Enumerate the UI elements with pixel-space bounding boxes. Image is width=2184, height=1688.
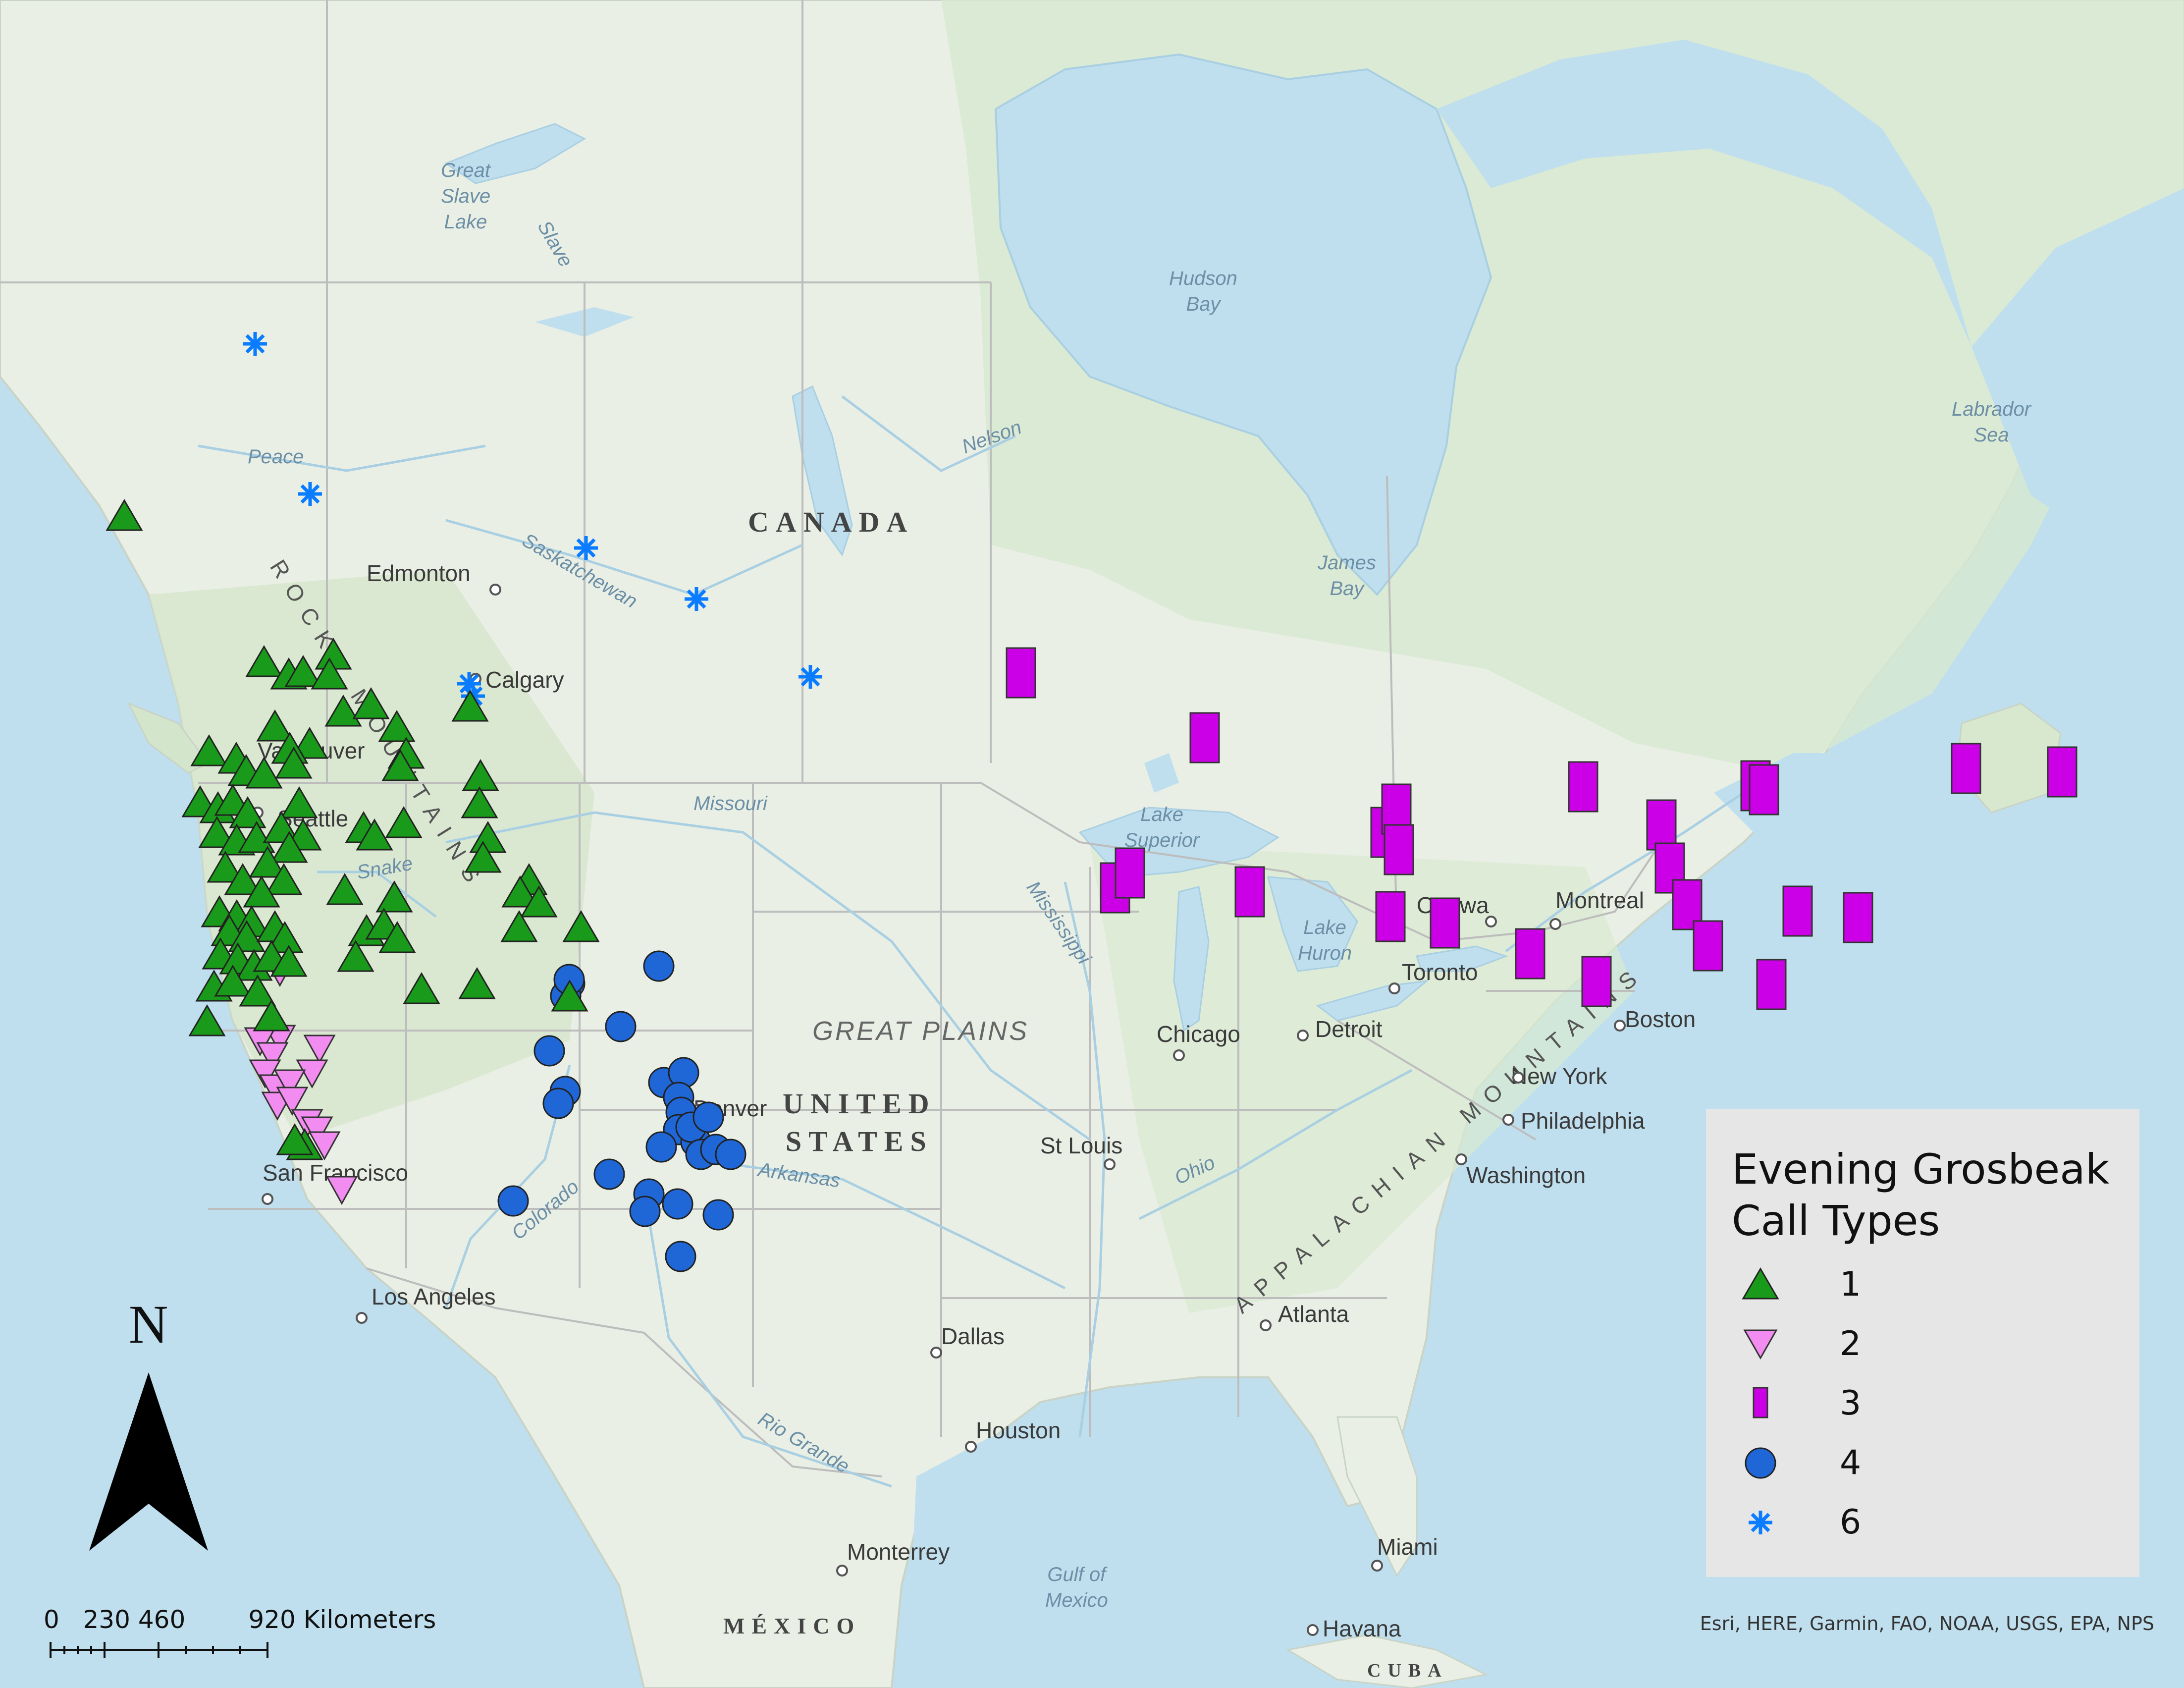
- point-type-4: [692, 1101, 724, 1133]
- point-type-6: [574, 536, 598, 560]
- point-type-4: [643, 950, 675, 982]
- point-type-1: [280, 786, 318, 818]
- legend-item-label: 2: [1840, 1324, 1862, 1363]
- triangle-up-icon: [1742, 1267, 1779, 1300]
- point-type-4: [645, 1131, 677, 1163]
- point-type-3: [1693, 920, 1723, 972]
- rectangle-icon: [1753, 1387, 1768, 1418]
- point-type-4: [542, 1088, 574, 1119]
- point-type-6: [243, 332, 267, 356]
- north-arrow-icon: [89, 1372, 208, 1551]
- legend-item-label: 4: [1840, 1443, 1862, 1482]
- point-type-3: [1581, 956, 1612, 1007]
- call-type-1-points: [106, 499, 600, 1160]
- point-type-3: [1782, 885, 1813, 937]
- point-type-1: [326, 873, 364, 905]
- point-type-4: [702, 1199, 734, 1231]
- point-type-3: [1951, 743, 1981, 794]
- point-type-1: [324, 695, 362, 727]
- point-type-4: [533, 1035, 565, 1067]
- point-type-4: [715, 1139, 746, 1170]
- point-type-1: [106, 499, 143, 531]
- legend-item-4: 4: [1741, 1438, 1939, 1488]
- asterisk-icon: [1749, 1511, 1772, 1534]
- point-type-2: [303, 1035, 336, 1064]
- legend-item-6: 6: [1741, 1498, 1939, 1547]
- point-type-4: [662, 1188, 693, 1220]
- point-type-4: [593, 1158, 625, 1190]
- point-type-3: [1568, 761, 1598, 813]
- scale-bar-label: 0 230 460 920 Kilometers: [44, 1605, 436, 1634]
- north-arrow-label: N: [129, 1294, 168, 1355]
- scale-bar: [50, 1642, 268, 1658]
- call-type-3-points: [1006, 647, 2077, 1010]
- point-type-3: [1646, 799, 1677, 851]
- point-type-1: [352, 687, 390, 719]
- point-type-1: [256, 709, 294, 742]
- point-type-3: [1006, 647, 1036, 699]
- point-type-4: [605, 1011, 637, 1042]
- point-type-1: [458, 967, 496, 999]
- point-type-6: [799, 665, 822, 689]
- point-type-1: [190, 734, 228, 766]
- point-type-1: [188, 1004, 226, 1036]
- circle-icon: [1745, 1447, 1776, 1479]
- legend-panel: Evening Grosbeak Call Types 1 2 3 4 6: [1706, 1109, 2139, 1577]
- point-type-1: [375, 880, 413, 913]
- point-type-1: [385, 806, 423, 838]
- point-type-3: [1756, 959, 1787, 1010]
- triangle-down-icon: [1743, 1329, 1778, 1360]
- point-type-1: [469, 821, 507, 853]
- legend-item-label: 6: [1840, 1503, 1862, 1542]
- point-type-6: [298, 482, 322, 506]
- point-type-3: [1375, 891, 1406, 942]
- point-type-3: [1234, 866, 1265, 918]
- point-type-3: [1843, 892, 1873, 943]
- legend-item-label: 1: [1840, 1265, 1862, 1304]
- legend-item-label: 3: [1840, 1384, 1862, 1423]
- point-type-1: [462, 759, 499, 791]
- call-type-4-points: [497, 950, 746, 1272]
- point-type-3: [1384, 824, 1414, 875]
- map-attribution: Esri, HERE, Garmin, FAO, NOAA, USGS, EPA…: [1700, 1613, 2154, 1634]
- point-type-3: [1515, 928, 1545, 980]
- point-type-1: [403, 972, 440, 1004]
- legend-item-1: 1: [1741, 1260, 1939, 1309]
- point-type-6: [685, 587, 708, 611]
- point-type-3: [1115, 847, 1145, 899]
- point-type-3: [1749, 764, 1779, 816]
- point-type-4: [665, 1241, 696, 1272]
- legend-item-2: 2: [1741, 1319, 1939, 1369]
- point-type-3: [1430, 897, 1460, 949]
- map-view[interactable]: CANADA UNITED STATES MÉXICO GREAT PLAINS…: [0, 0, 2184, 1688]
- point-type-2: [325, 1176, 358, 1205]
- point-type-1: [461, 786, 498, 818]
- point-type-1: [245, 645, 283, 677]
- legend-item-3: 3: [1741, 1379, 1939, 1428]
- point-type-3: [1189, 712, 1220, 763]
- point-type-4: [629, 1196, 661, 1227]
- point-type-1: [562, 910, 600, 942]
- point-type-4: [497, 1185, 529, 1217]
- legend-title: Evening Grosbeak Call Types: [1732, 1145, 2110, 1245]
- point-type-3: [2047, 746, 2077, 798]
